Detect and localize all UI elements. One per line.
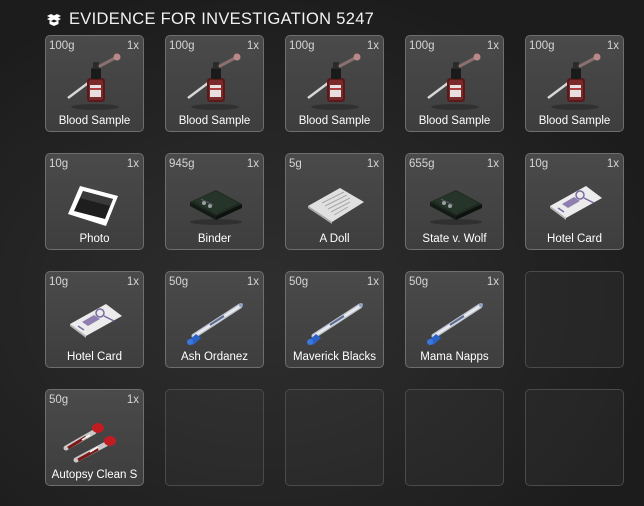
inventory-slot[interactable]: 100g 1x Blood Sample [45,35,144,132]
item-weight: 5g [289,158,302,170]
item-name: Blood Sample [178,115,251,127]
item-count: 1x [606,40,619,52]
inventory-slot[interactable]: 655g 1x State v. Wolf [405,153,504,250]
inventory-slot[interactable]: 945g 1x Binder [165,153,264,250]
item-name: Blood Sample [418,115,491,127]
binder-icon [180,170,250,230]
item-name: Binder [197,233,232,245]
blood-sample-icon [60,52,130,112]
item-count: 1x [366,158,379,170]
item-count: 1x [366,276,379,288]
item-name: Blood Sample [58,115,131,127]
item-name: Mama Napps [420,351,489,363]
empty-inventory-slot[interactable] [525,271,624,368]
item-name: Photo [79,233,110,245]
swab-icon [180,288,250,348]
item-count: 1x [486,158,499,170]
inventory-slot[interactable]: 10g 1x Photo [45,153,144,250]
inventory-slot[interactable]: 50g 1x Autopsy Clean S [45,389,144,486]
photo-icon [60,170,130,230]
item-name: Ash Ordanez [180,351,249,363]
empty-inventory-slot[interactable] [285,389,384,486]
hotel-card-icon [540,170,610,230]
swab-icon [420,288,490,348]
binder-icon [420,170,490,230]
item-weight: 100g [409,40,435,52]
item-count: 1x [246,158,259,170]
item-name: Blood Sample [538,115,611,127]
blood-tubes-icon [60,406,130,466]
item-count: 1x [246,40,259,52]
item-weight: 50g [169,276,189,288]
inventory-slot[interactable]: 10g 1x Hotel Card [45,271,144,368]
empty-inventory-slot[interactable] [405,389,504,486]
item-count: 1x [126,394,139,406]
swab-icon [300,288,370,348]
inventory-slot[interactable]: 50g 1x Mama Napps [405,271,504,368]
item-count: 1x [486,276,499,288]
inventory-title: EVIDENCE FOR INVESTIGATION 5247 [69,9,375,28]
item-count: 1x [486,40,499,52]
inventory-slot[interactable]: 100g 1x Blood Sample [285,35,384,132]
item-weight: 10g [529,158,549,170]
item-weight: 10g [49,276,69,288]
item-weight: 10g [49,158,69,170]
blood-sample-icon [300,52,370,112]
blood-sample-icon [180,52,250,112]
item-count: 1x [126,276,139,288]
item-count: 1x [606,158,619,170]
item-count: 1x [126,158,139,170]
inventory-grid: 100g 1x Blood Sample 100g 1x Blood Sample 10… [45,35,624,486]
empty-inventory-slot[interactable] [165,389,264,486]
inventory-slot[interactable]: 50g 1x Maverick Blacks [285,271,384,368]
item-name: Hotel Card [547,233,602,245]
hotel-card-icon [60,288,130,348]
empty-inventory-slot[interactable] [525,389,624,486]
item-weight: 100g [169,40,195,52]
item-count: 1x [246,276,259,288]
document-icon [300,170,370,230]
item-weight: 100g [529,40,555,52]
item-name: Hotel Card [67,351,122,363]
item-name: Autopsy Clean S [51,469,138,481]
inventory-slot[interactable]: 100g 1x Blood Sample [525,35,624,132]
blood-sample-icon [420,52,490,112]
boxes-icon [47,14,61,26]
item-name: A Doll [319,233,350,245]
item-weight: 50g [49,394,69,406]
inventory-slot[interactable]: 100g 1x Blood Sample [165,35,264,132]
item-weight: 100g [289,40,315,52]
inventory-header: EVIDENCE FOR INVESTIGATION 5247 [46,8,374,30]
inventory-slot[interactable]: 50g 1x Ash Ordanez [165,271,264,368]
item-name: Maverick Blacks [292,351,377,363]
item-weight: 655g [409,158,435,170]
item-count: 1x [366,40,379,52]
item-name: State v. Wolf [422,233,487,245]
inventory-slot[interactable]: 100g 1x Blood Sample [405,35,504,132]
item-weight: 100g [49,40,75,52]
item-weight: 50g [409,276,429,288]
item-count: 1x [126,40,139,52]
inventory-slot[interactable]: 5g 1x A Doll [285,153,384,250]
item-weight: 945g [169,158,195,170]
inventory-slot[interactable]: 10g 1x Hotel Card [525,153,624,250]
blood-sample-icon [540,52,610,112]
item-weight: 50g [289,276,309,288]
item-name: Blood Sample [298,115,371,127]
